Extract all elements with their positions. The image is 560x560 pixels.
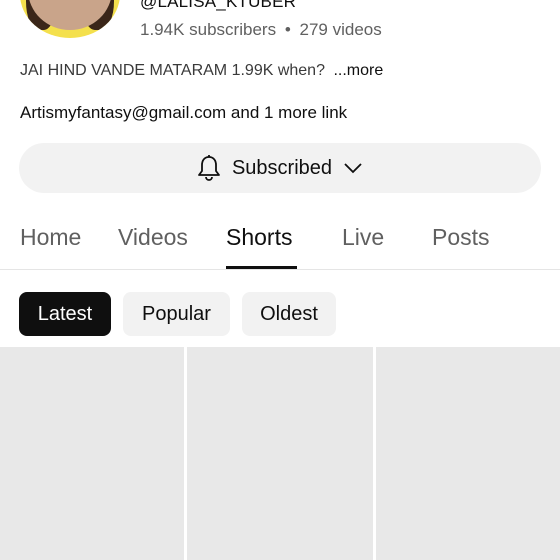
tab-videos[interactable]: Videos: [118, 224, 188, 251]
tabs-divider: [0, 269, 560, 270]
tab-shorts[interactable]: Shorts: [226, 224, 292, 251]
short-thumbnail[interactable]: [0, 347, 184, 560]
tab-posts[interactable]: Posts: [432, 224, 490, 251]
subscribed-button[interactable]: Subscribed: [19, 143, 541, 193]
short-thumbnail[interactable]: [187, 347, 373, 560]
filter-chip-latest[interactable]: Latest: [19, 292, 111, 336]
chevron-down-icon: [342, 161, 364, 175]
tab-live[interactable]: Live: [342, 224, 384, 251]
short-thumbnail[interactable]: [376, 347, 560, 560]
filter-chip-popular[interactable]: Popular: [123, 292, 230, 336]
channel-links[interactable]: Artismyfantasy@gmail.com and 1 more link: [20, 103, 347, 123]
channel-tabs: Home Videos Shorts Live Posts: [0, 215, 560, 270]
description-text: JAI HIND VANDE MATARAM 1.99K when?: [20, 62, 325, 79]
channel-avatar[interactable]: [20, 0, 120, 38]
channel-stats: 1.94K subscribers • 279 videos: [140, 20, 382, 40]
tab-home[interactable]: Home: [20, 224, 81, 251]
video-count: 279 videos: [299, 20, 382, 39]
channel-handle: @LALISA_KTUBER: [140, 0, 297, 11]
bell-icon: [196, 154, 222, 182]
channel-description[interactable]: JAI HIND VANDE MATARAM 1.99K when? ...mo…: [20, 62, 383, 80]
filter-chip-oldest[interactable]: Oldest: [242, 292, 336, 336]
subscribed-label: Subscribed: [231, 156, 333, 179]
subscriber-count: 1.94K subscribers: [140, 20, 277, 39]
shorts-grid: [0, 347, 560, 560]
more-link[interactable]: ...more: [333, 62, 383, 79]
stats-separator: •: [284, 20, 291, 39]
